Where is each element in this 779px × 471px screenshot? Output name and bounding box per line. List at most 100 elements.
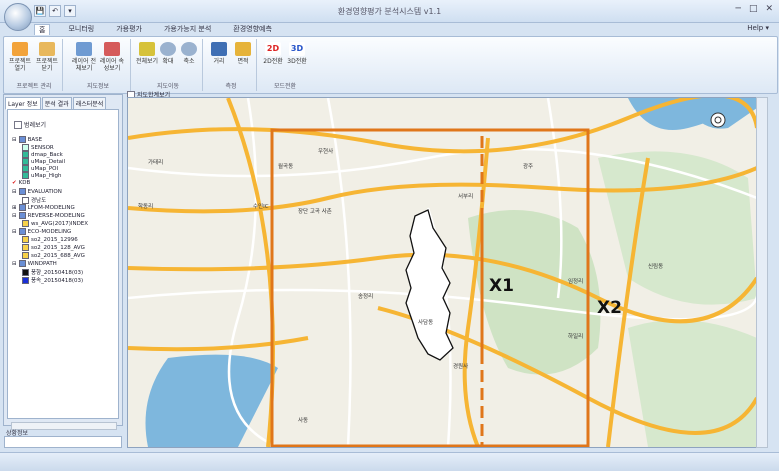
place-label: 월곡동 [278,162,293,170]
layer-folder-icon [18,260,26,267]
tree-item[interactable]: ws_AVG(2017)INDEX [22,220,88,227]
tree-item[interactable]: so2_2015_12996 [22,236,78,243]
folder-open-icon [12,42,28,56]
close-project-button[interactable]: 프로젝트 닫기 [35,42,59,72]
layer-icon [22,276,29,284]
place-label: 송정리 [358,292,373,300]
layer-all-button[interactable]: 레이어 전체보기 [72,42,96,72]
3d-icon: 3D [289,42,305,56]
minimize-button[interactable]: ─ [736,4,741,14]
tree-item[interactable]: SENSOR [22,144,54,151]
place-label: 서부리 [458,192,473,200]
checkmark-icon: ✔ [12,180,17,186]
tree-item[interactable]: 풍속_20150418(03) [22,276,83,284]
ruler-icon [211,42,227,56]
layer-icon [22,252,29,259]
x2-label: X2 [597,298,622,318]
tab-home[interactable]: 홈 [34,23,51,35]
place-label: 사담동 [418,318,433,326]
close-button[interactable]: ✕ [765,4,773,14]
group-measure: 거리 면적 측정 [206,39,257,91]
legend-checkbox[interactable] [14,120,22,129]
place-label: 임정리 [568,277,583,285]
app-menu-button[interactable] [4,3,32,31]
legend-toggle[interactable]: 범례보기 [14,120,46,129]
hill-area [628,320,757,447]
map-canvas[interactable]: 우현사 월곡동 가태리 학동리 수인IC 송정리 사담동 경원사 하일리 신림동… [128,98,757,447]
study-area-polygon[interactable] [405,209,454,361]
zoom-in-icon [160,42,176,56]
window-title: 환경영향평가 분석시스템 v1.1 [337,7,442,16]
tab-site-analysis[interactable]: 가용가능지 분석 [160,24,215,34]
layer-folder-icon [18,212,26,219]
layer-list-icon [76,42,92,56]
window-controls: ─ □ ✕ [736,4,773,14]
area-button[interactable]: 면적 [231,42,255,65]
tree-item[interactable]: uMap_POI [22,165,58,172]
mode-3d-button[interactable]: 3D 3D전환 [285,42,309,65]
zoom-out-icon [181,42,197,56]
place-label: 광주 [523,163,533,170]
place-label: 사동 [298,416,308,424]
place-label: 장단 고곡 사촌 [298,207,332,215]
hill-area [598,151,757,305]
status-field [4,436,122,448]
tab-monitoring[interactable]: 모니터링 [64,24,98,34]
open-project-button[interactable]: 프로젝트 열기 [8,42,32,72]
full-extent-icon [139,42,155,56]
x1-label: X1 [489,276,514,296]
tree-item[interactable]: ⊟ EVALUATION [12,188,62,195]
layer-props-button[interactable]: 레이어 속성보기 [100,42,124,72]
layer-properties-icon [104,42,120,56]
tree-item[interactable]: ⊟ WINDPATH [12,260,57,267]
layer-icon [22,244,29,251]
layer-folder-icon [18,136,26,143]
tree-item[interactable]: ⊟ BASE [12,136,42,143]
tree-item[interactable]: so2_2015_688_AVG [22,252,85,259]
tree-item[interactable]: ⊞ LFOM-MODELING [12,204,75,211]
tree-item[interactable]: ⊟ ECO-MODELING [12,228,71,235]
tree-item[interactable]: 경남도 [22,196,46,204]
status-bar [0,452,779,471]
folder-close-icon [39,42,55,56]
layer-folder-icon [18,228,26,235]
tree-item[interactable]: ⊟ REVERSE-MODELING [12,212,85,219]
place-label: 하일리 [568,332,583,340]
place-label: 수인IC [253,203,269,210]
layer-icon [22,144,29,151]
vertical-scrollbar[interactable] [756,97,768,448]
layer-icon [22,165,29,172]
tree-item[interactable]: 풍향_20150418(03) [22,268,83,276]
place-label: 가태리 [148,158,163,166]
tree-item[interactable]: uMap_High [22,172,61,179]
group-map-info: 레이어 전체보기 레이어 속성보기 지도정보 [66,39,131,91]
layer-icon [22,172,29,179]
layer-tree: 범례보기 ⊟ BASE SENSOR dmap_Back uMap_Detail … [7,109,119,430]
ribbon-tabs: 홈 모니터링 가용평가 가용가능지 분석 환경영향예측 [34,22,276,36]
layer-icon [22,236,29,243]
layer-panel: Layer 정보 분석 결과 래스터분석 범례보기 ⊟ BASE SENSOR d… [3,94,123,430]
help-menu[interactable]: Help ▾ [747,24,769,32]
place-label: 학동리 [138,202,153,210]
ribbon: 프로젝트 열기 프로젝트 닫기 프로젝트 관리 레이어 전체보기 레이어 속성보… [3,36,778,94]
maximize-button[interactable]: □ [749,4,758,14]
group-navigation: 전체보기 확대 축소 지도이동 [134,39,203,91]
place-label: 신림동 [648,262,663,270]
tab-impact-prediction[interactable]: 환경영향예측 [229,24,276,34]
layer-icon [22,151,29,158]
tree-item[interactable]: so2_2015_128_AVG [22,244,85,251]
tree-item[interactable]: dmap_Back [22,151,63,158]
mode-2d-button[interactable]: 2D 2D전환 [261,42,285,65]
map-view[interactable]: 우현사 월곡동 가태리 학동리 수인IC 송정리 사담동 경원사 하일리 신림동… [127,97,758,448]
tab-availability[interactable]: 가용평가 [112,24,146,34]
zoom-out-button[interactable]: 축소 [177,42,201,65]
reservoir [145,354,278,447]
layer-icon [22,268,29,276]
layer-icon [22,158,29,165]
2d-icon: 2D [265,42,281,56]
group-project: 프로젝트 열기 프로젝트 닫기 프로젝트 관리 [6,39,63,91]
tree-item[interactable]: uMap_Detail [22,158,65,165]
distance-button[interactable]: 거리 [207,42,231,65]
compass-icon[interactable] [710,112,726,128]
tree-item[interactable]: ✔ KDB [12,180,30,186]
